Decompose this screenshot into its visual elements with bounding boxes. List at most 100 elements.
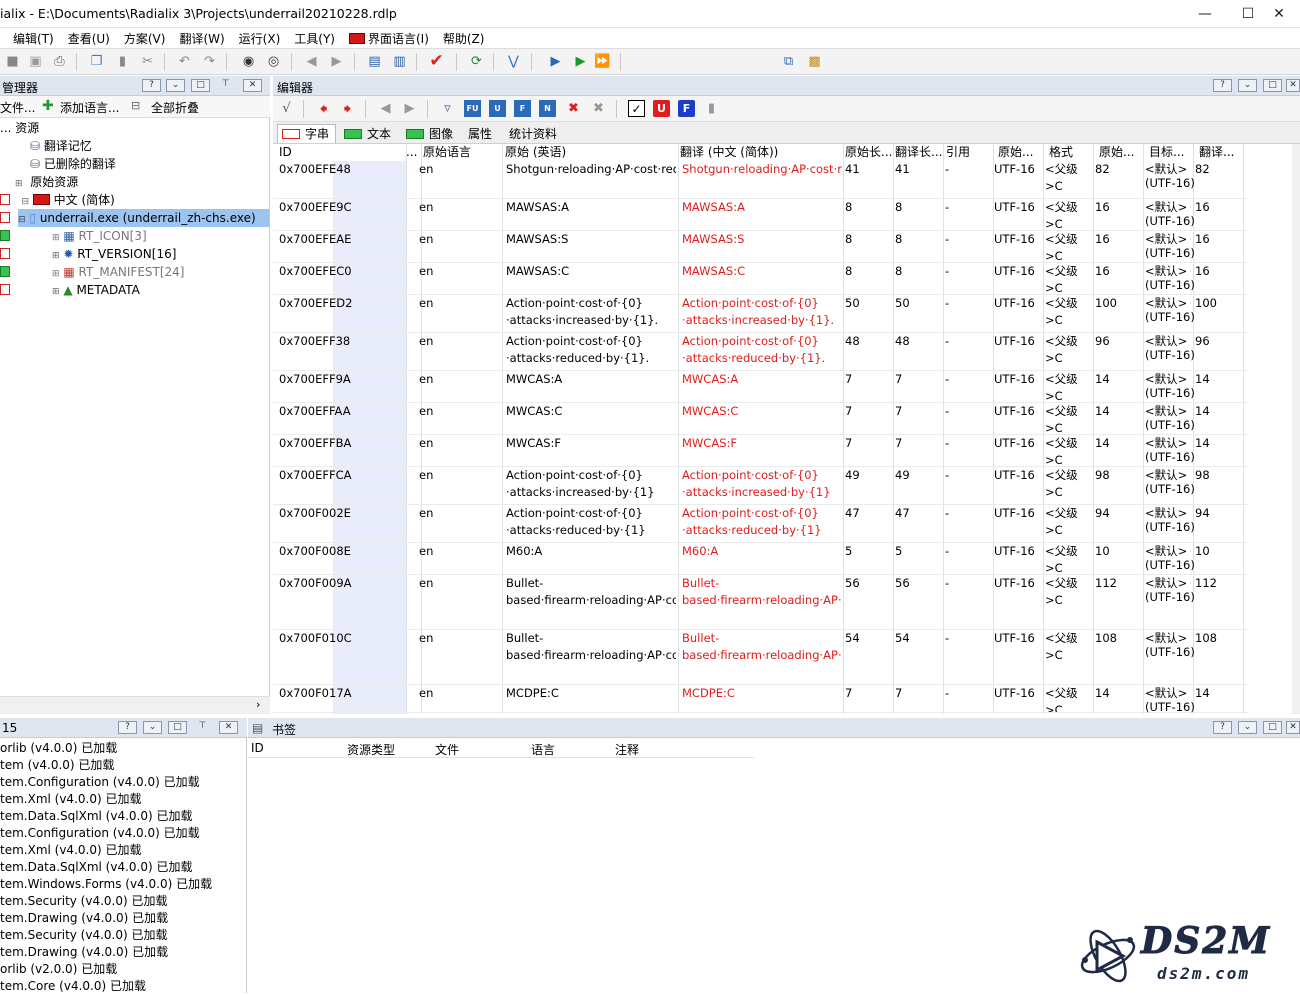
menu-translate[interactable]: 翻译(W) (172, 30, 231, 47)
help-icon[interactable]: ? (118, 721, 137, 734)
window-icon[interactable]: □ (1263, 721, 1282, 734)
minimize-icon[interactable]: — (1182, 0, 1228, 28)
col-dots[interactable]: ... (406, 144, 420, 161)
table-row[interactable]: 0x700EFFCA en Action·point·cost·of·{0}·att… (273, 467, 1248, 505)
files-button[interactable]: 文件... (0, 99, 35, 116)
table-row[interactable]: 0x700EFE48 en Shotgun·reloading·AP·cost·re… (273, 161, 1248, 199)
panel-close-icon[interactable]: ✕ (219, 721, 238, 734)
next-red-icon[interactable]: 🠺 (339, 100, 356, 117)
col-translation[interactable]: 翻译 (中文 (简体)) (680, 144, 842, 161)
page-icon[interactable]: ▮ (703, 100, 720, 117)
table-row[interactable]: 0x700EFE9C en MAWSAS:A MAWSAS:A 8 8 - UTF-16 <父级… (273, 199, 1248, 231)
check-translate-icon[interactable]: √ (278, 100, 295, 117)
book-icon[interactable]: ▤ (366, 53, 383, 70)
pin-icon[interactable]: ⊤ (216, 79, 235, 92)
filter-fu-icon[interactable]: FU (464, 100, 481, 117)
table-row[interactable]: 0x700F010C en Bullet-based·firearm·reloadi… (273, 630, 1248, 685)
tree-item-rt-version[interactable]: ⊞ ✹ RT_VERSION[16] (52, 245, 176, 263)
col-original-size[interactable]: 原始... (1099, 144, 1144, 161)
copy-icon[interactable]: ❐ (88, 53, 105, 70)
checkbox-icon[interactable]: ✓ (628, 100, 645, 117)
table-row[interactable]: 0x700EFF9A en MWCAS:A MWCAS:A 7 7 - UTF-16 <父级>C… (273, 371, 1248, 403)
window-icon[interactable]: □ (1263, 79, 1282, 92)
save-icon[interactable]: ■ (4, 53, 21, 70)
bookmark-col-language[interactable]: 语言 (531, 741, 555, 758)
dropdown-icon[interactable]: ⌄ (1238, 79, 1257, 92)
expand-icon[interactable]: ⊞ (52, 287, 60, 297)
table-row[interactable]: 0x700F008E en M60:A M60:A 5 5- UTF-16 <父级>C 10 <默… (273, 543, 1248, 575)
next-grey-icon[interactable]: ▶ (401, 100, 418, 117)
back-arrow-icon[interactable]: ◀ (303, 53, 320, 70)
save-all-icon[interactable]: ▣ (27, 53, 44, 70)
tree-root[interactable]: ... 资源 (0, 119, 39, 137)
window-icon[interactable]: □ (191, 79, 210, 92)
expand-icon[interactable]: ⊞ (15, 179, 23, 189)
u-red-icon[interactable]: U (653, 100, 670, 117)
forward-arrow-icon[interactable]: ▶ (328, 53, 345, 70)
menu-edit[interactable]: 编辑(T) (6, 30, 61, 47)
table-row[interactable]: 0x700EFF38 en Action·point·cost·of·{0}·att… (273, 333, 1248, 371)
bookmark-col-file[interactable]: 文件 (435, 741, 459, 758)
help-icon[interactable]: ? (1213, 79, 1232, 92)
menu-project[interactable]: 方案(V) (117, 30, 173, 47)
filter-f-icon[interactable]: F (514, 100, 531, 117)
table-row[interactable]: 0x700EFFBA en MWCAS:F MWCAS:F 7 7 - UTF-16 <父级>C… (273, 435, 1248, 467)
tree-item-deleted-translations[interactable]: ⛁ 已删除的翻译 (30, 155, 116, 173)
col-reference[interactable]: 引用 (946, 144, 991, 161)
col-id[interactable]: ID (279, 144, 399, 161)
tree-item-rt-manifest[interactable]: ⊞ ▦ RT_MANIFEST[24] (52, 263, 184, 281)
tab-strings[interactable]: 字串 (277, 124, 337, 143)
filter-run-icon[interactable]: ⋁ (505, 53, 522, 70)
book-edit-icon[interactable]: ▥ (391, 53, 408, 70)
vertical-scrollbar[interactable] (1292, 144, 1300, 714)
col-original-length[interactable]: 原始长... (845, 144, 894, 161)
refresh-icon[interactable]: ⟳ (468, 53, 485, 70)
col-original-language[interactable]: 原始语言 (423, 144, 503, 161)
col-original-encoding[interactable]: 原始... (998, 144, 1043, 161)
panel-close-icon[interactable]: ✕ (1286, 721, 1300, 734)
filter-clear-icon[interactable]: ✖ (565, 100, 582, 117)
col-target[interactable]: 目标... (1149, 144, 1194, 161)
tab-text[interactable]: 文本 (339, 124, 398, 143)
prev-grey-icon[interactable]: ◀ (377, 100, 394, 117)
tree-item-metadata[interactable]: ⊞ ▲ METADATA (52, 281, 140, 299)
collapse-node-icon[interactable]: ⊟ (21, 197, 29, 207)
filter-icon[interactable]: ▿ (439, 100, 456, 117)
find-icon[interactable]: ◉ (240, 53, 257, 70)
tree-item-original-resources[interactable]: ⊞ 原始资源 (15, 173, 78, 191)
redo-icon[interactable]: ↷ (201, 53, 218, 70)
remove-filter-icon[interactable]: ✖ (590, 100, 607, 117)
dropdown-icon[interactable]: ⌄ (166, 79, 185, 92)
bookmark-col-resource-type[interactable]: 资源类型 (347, 741, 395, 758)
paste-icon[interactable]: ▮ (114, 53, 131, 70)
bookmark-col-comment[interactable]: 注释 (615, 741, 639, 758)
tree-item-rt-icon[interactable]: ⊞ ▦ RT_ICON[3] (52, 227, 147, 245)
close-icon[interactable]: ✕ (1256, 0, 1300, 28)
col-translation-length[interactable]: 翻译长... (895, 144, 944, 161)
horizontal-scrollbar[interactable]: › (0, 696, 270, 714)
expand-icon[interactable]: ⊞ (52, 233, 60, 243)
scroll-right-icon[interactable]: › (256, 698, 260, 711)
f-blue-icon[interactable]: F (678, 100, 695, 117)
dropdown-icon[interactable]: ⌄ (143, 721, 162, 734)
tab-properties[interactable]: 属性 (463, 124, 499, 143)
run-icon[interactable]: ▶ (547, 53, 564, 70)
cut-icon[interactable]: ✂ (139, 53, 156, 70)
filter-n-icon[interactable]: N (539, 100, 556, 117)
collapse-node-icon[interactable]: ⊟ (18, 215, 26, 225)
table-row[interactable]: 0x700F002E en Action·point·cost·of·{0}·att… (273, 505, 1248, 543)
table-row[interactable]: 0x700EFFAA en MWCAS:C MWCAS:C 7 7 - UTF-16 <父级>C… (273, 403, 1248, 435)
col-format[interactable]: 格式 (1049, 144, 1094, 161)
panel-close-icon[interactable]: ✕ (1286, 79, 1300, 92)
collapse-all-button[interactable]: 全部折叠 (151, 99, 199, 116)
run-green-icon[interactable]: ▶ (572, 53, 589, 70)
tab-images[interactable]: 图像 (401, 124, 460, 143)
menu-tools[interactable]: 工具(Y) (287, 30, 342, 47)
compare-icon[interactable]: ⧉ (780, 53, 797, 70)
help-icon[interactable]: ? (142, 79, 161, 92)
replace-icon[interactable]: ◎ (265, 53, 282, 70)
help-icon[interactable]: ? (1213, 721, 1232, 734)
tree-item-exe[interactable]: ⊟ ▯ underrail.exe (underrail_zh-chs.exe) (18, 209, 269, 227)
bookmark-col-id[interactable]: ID (251, 741, 264, 755)
menu-view[interactable]: 查看(U) (61, 30, 117, 47)
